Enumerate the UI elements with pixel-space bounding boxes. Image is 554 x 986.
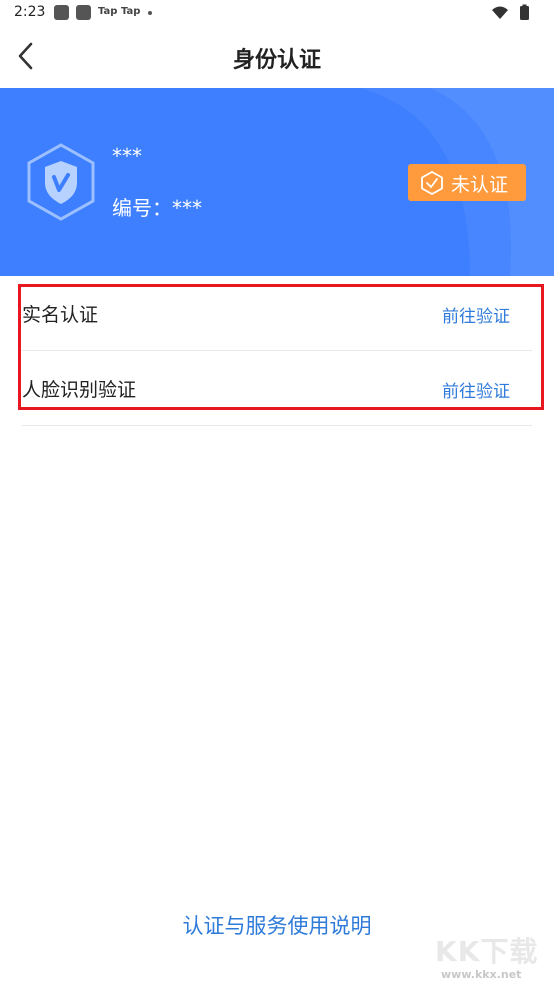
wifi-icon [492, 6, 508, 19]
status-icons [490, 4, 540, 26]
profile-banner: *** 编号：*** 未认证 [0, 88, 554, 276]
more-notifications-icon [148, 11, 152, 15]
verify-item-face[interactable]: 人脸识别验证 前往验证 [22, 351, 532, 426]
verify-item-label: 人脸识别验证 [22, 379, 137, 401]
verify-go-link[interactable]: 前往验证 [442, 377, 510, 402]
user-name: *** [112, 144, 142, 168]
verify-item-label: 实名认证 [22, 304, 99, 326]
app-header: 身份认证 [0, 26, 554, 88]
status-time: 2:23 [14, 4, 46, 20]
watermark-logo: KK下载 [435, 935, 539, 968]
watermark: KK下载 www.kkx.net [435, 930, 551, 981]
status-bar: 2:23 Tap Tap [0, 0, 554, 26]
user-id: 编号：*** [112, 192, 202, 221]
verification-list: 实名认证 前往验证 人脸识别验证 前往验证 [22, 276, 532, 426]
verification-status-badge[interactable]: 未认证 [408, 164, 526, 201]
app-notification-icon [76, 5, 91, 20]
battery-icon [520, 4, 529, 20]
verify-go-link[interactable]: 前往验证 [442, 302, 510, 327]
hexagon-check-icon [420, 170, 444, 199]
taptap-notification-icon: Tap [121, 6, 141, 17]
user-id-value: *** [172, 196, 202, 220]
taptap-notification-icon: Tap [98, 6, 118, 17]
shield-v-icon [26, 143, 96, 225]
page-title: 身份认证 [232, 48, 321, 73]
verify-item-real-name[interactable]: 实名认证 前往验证 [22, 276, 532, 351]
app-notification-icon [54, 5, 69, 20]
user-id-label: 编号： [112, 196, 172, 220]
verification-status-label: 未认证 [451, 174, 509, 196]
